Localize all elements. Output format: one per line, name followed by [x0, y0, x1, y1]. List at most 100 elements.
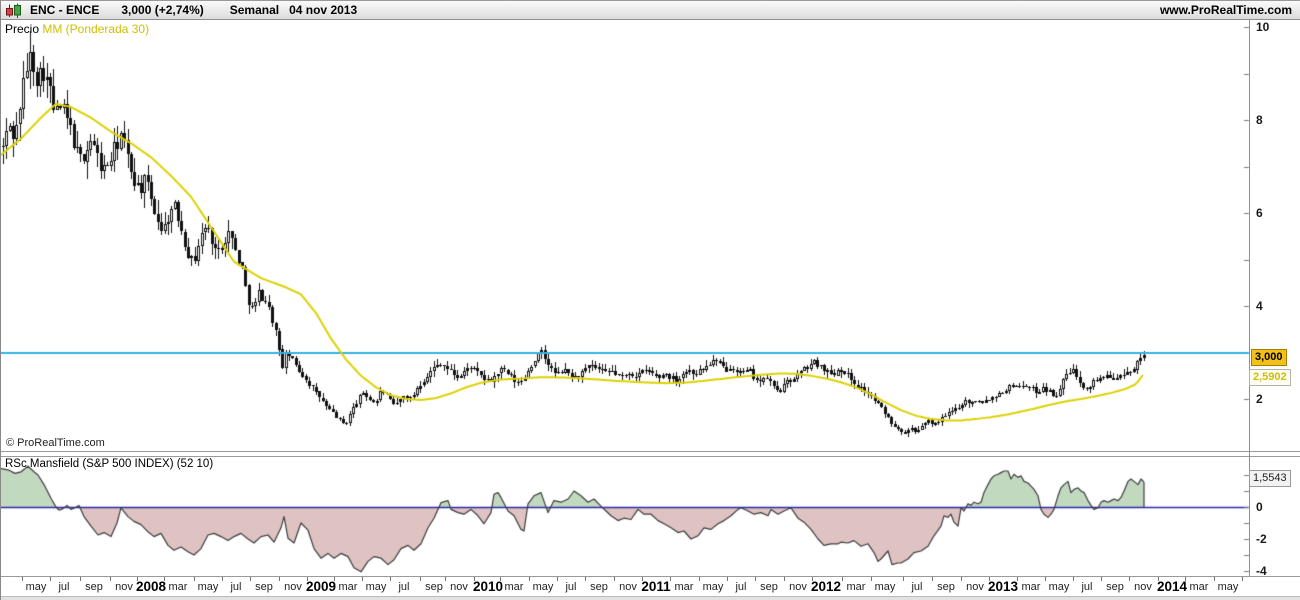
timeframe-label: Semanal: [229, 3, 280, 17]
x-axis-tick: [727, 577, 728, 581]
x-axis-tick: [194, 577, 195, 581]
x-axis-tick: [755, 577, 756, 581]
indicator-canvas[interactable]: [1, 457, 1300, 576]
x-axis-year-2014: 2014: [1156, 579, 1188, 594]
x-axis-month-nov: nov: [966, 581, 984, 593]
price-legend: Precio MM (Ponderada 30): [5, 22, 149, 36]
x-axis-tick: [529, 577, 530, 581]
x-axis-tick: [903, 577, 904, 581]
x-axis-tick: [1158, 577, 1159, 581]
prorealtime-watermark: www.ProRealTime.com: [1159, 3, 1292, 17]
x-axis-tick: [50, 577, 51, 581]
x-axis-tick: [80, 577, 81, 581]
x-axis-month-mar: mar: [338, 581, 358, 593]
chart-title-bar: ENC - ENCE 3,000 (+2,74%) Semanal 04 nov…: [1, 0, 1300, 20]
price-axis-label-8: 8: [1256, 113, 1263, 127]
x-axis-month-mar: mar: [168, 581, 188, 593]
x-axis-tick: [334, 577, 335, 581]
x-axis-tick: [445, 577, 446, 581]
x-axis-tick: [812, 577, 813, 581]
x-axis-tick: [22, 577, 23, 581]
x-axis-tick: [222, 577, 223, 581]
proreal-time-chart-window: ENC - ENCE 3,000 (+2,74%) Semanal 04 nov…: [0, 0, 1300, 600]
x-axis-tick: [961, 577, 962, 581]
x-axis-month-jul: jul: [911, 581, 923, 593]
indicator-title[interactable]: RSc Mansfield (S&P 500 INDEX) (52 10): [5, 458, 213, 470]
price-axis-label-4: 4: [1256, 299, 1263, 313]
x-axis-month-mar: mar: [846, 581, 866, 593]
x-axis-month-nov: nov: [789, 581, 807, 593]
price-pane: Precio MM (Ponderada 30) © ProRealTime.c…: [1, 20, 1300, 452]
x-axis-month-nov: nov: [115, 581, 133, 593]
x-axis-month-may: may: [532, 581, 554, 593]
x-axis-month-nov: nov: [1134, 581, 1152, 593]
x-axis-tick: [164, 577, 165, 581]
x-axis-month-may: may: [1217, 581, 1239, 593]
x-axis-tick: [474, 577, 475, 581]
last-price-tag: 3,000: [1251, 349, 1287, 366]
price-axis-label-6: 6: [1256, 206, 1263, 220]
x-axis-month-sep: sep: [590, 581, 608, 593]
rsc-axis-label--2: -2: [1256, 532, 1267, 546]
x-axis-month-may: may: [874, 581, 896, 593]
rsc-value-tag: 1,5543: [1249, 470, 1291, 487]
x-axis-tick: [1073, 577, 1074, 581]
x-axis-month-sep: sep: [937, 581, 955, 593]
x-axis-tick: [390, 577, 391, 581]
time-axis[interactable]: may jul sep nov 2008 mar may jul sep nov 2009 mar ma…: [1, 577, 1300, 596]
x-axis-month-jul: jul: [398, 581, 410, 593]
price-legend-label[interactable]: Precio: [5, 22, 39, 36]
x-axis-month-jul: jul: [565, 581, 577, 593]
x-axis-tick: [614, 577, 615, 581]
x-axis-tick: [932, 577, 933, 581]
x-axis-month-sep: sep: [425, 581, 443, 593]
x-axis-month-nov: nov: [619, 581, 637, 593]
y-axis-border: [1249, 20, 1250, 577]
x-axis-tick: [279, 577, 280, 581]
mm-value-tag: 2,5902: [1249, 369, 1291, 386]
x-axis-tick: [871, 577, 872, 581]
x-axis-month-mar: mar: [1189, 581, 1209, 593]
price-chart-canvas[interactable]: [1, 20, 1300, 451]
last-price-and-change: 3,000 (+2,74%): [121, 3, 204, 17]
x-axis-tick: [1185, 577, 1186, 581]
x-axis-tick: [642, 577, 643, 581]
x-axis-month-jul: jul: [735, 581, 747, 593]
copyright-text: © ProRealTime.com: [6, 437, 105, 449]
x-axis-tick: [1017, 577, 1018, 581]
x-axis-month-nov: nov: [284, 581, 302, 593]
x-axis-month-may: may: [702, 581, 724, 593]
x-axis-month-may: may: [25, 581, 47, 593]
mm-legend-label[interactable]: MM (Ponderada 30): [42, 22, 149, 36]
x-axis-month-mar: mar: [504, 581, 524, 593]
x-axis-tick: [1129, 577, 1130, 581]
x-axis-month-mar: mar: [1021, 581, 1041, 593]
x-axis-tick: [1045, 577, 1046, 581]
x-axis-tick: [1242, 577, 1243, 581]
rsc-axis-label-0: 0: [1256, 500, 1263, 514]
x-axis-tick: [420, 577, 421, 581]
x-axis-year-2012: 2012: [810, 579, 842, 594]
price-axis-label-2: 2: [1256, 392, 1263, 406]
x-axis-tick: [1101, 577, 1102, 581]
x-axis-tick: [670, 577, 671, 581]
candlestick-icon: [6, 3, 21, 18]
indicator-pane: RSc Mansfield (S&P 500 INDEX) (52 10) 20…: [1, 456, 1300, 578]
x-axis-tick: [557, 577, 558, 581]
x-axis-month-may: may: [365, 581, 387, 593]
x-axis-tick: [842, 577, 843, 581]
x-axis-year-2011: 2011: [641, 579, 671, 594]
x-axis-month-may: may: [197, 581, 219, 593]
x-axis-tick: [500, 577, 501, 581]
x-axis-year-2013: 2013: [987, 579, 1019, 594]
x-axis-tick: [585, 577, 586, 581]
x-axis-month-sep: sep: [760, 581, 778, 593]
x-axis-month-nov: nov: [450, 581, 468, 593]
last-bar-date: 04 nov 2013: [289, 3, 358, 17]
x-axis-tick: [137, 577, 138, 581]
x-axis-tick: [1214, 577, 1215, 581]
x-axis-month-mar: mar: [674, 581, 694, 593]
x-axis-tick: [110, 577, 111, 581]
x-axis-tick: [307, 577, 308, 581]
rsc-axis-label--4: -4: [1256, 564, 1267, 578]
